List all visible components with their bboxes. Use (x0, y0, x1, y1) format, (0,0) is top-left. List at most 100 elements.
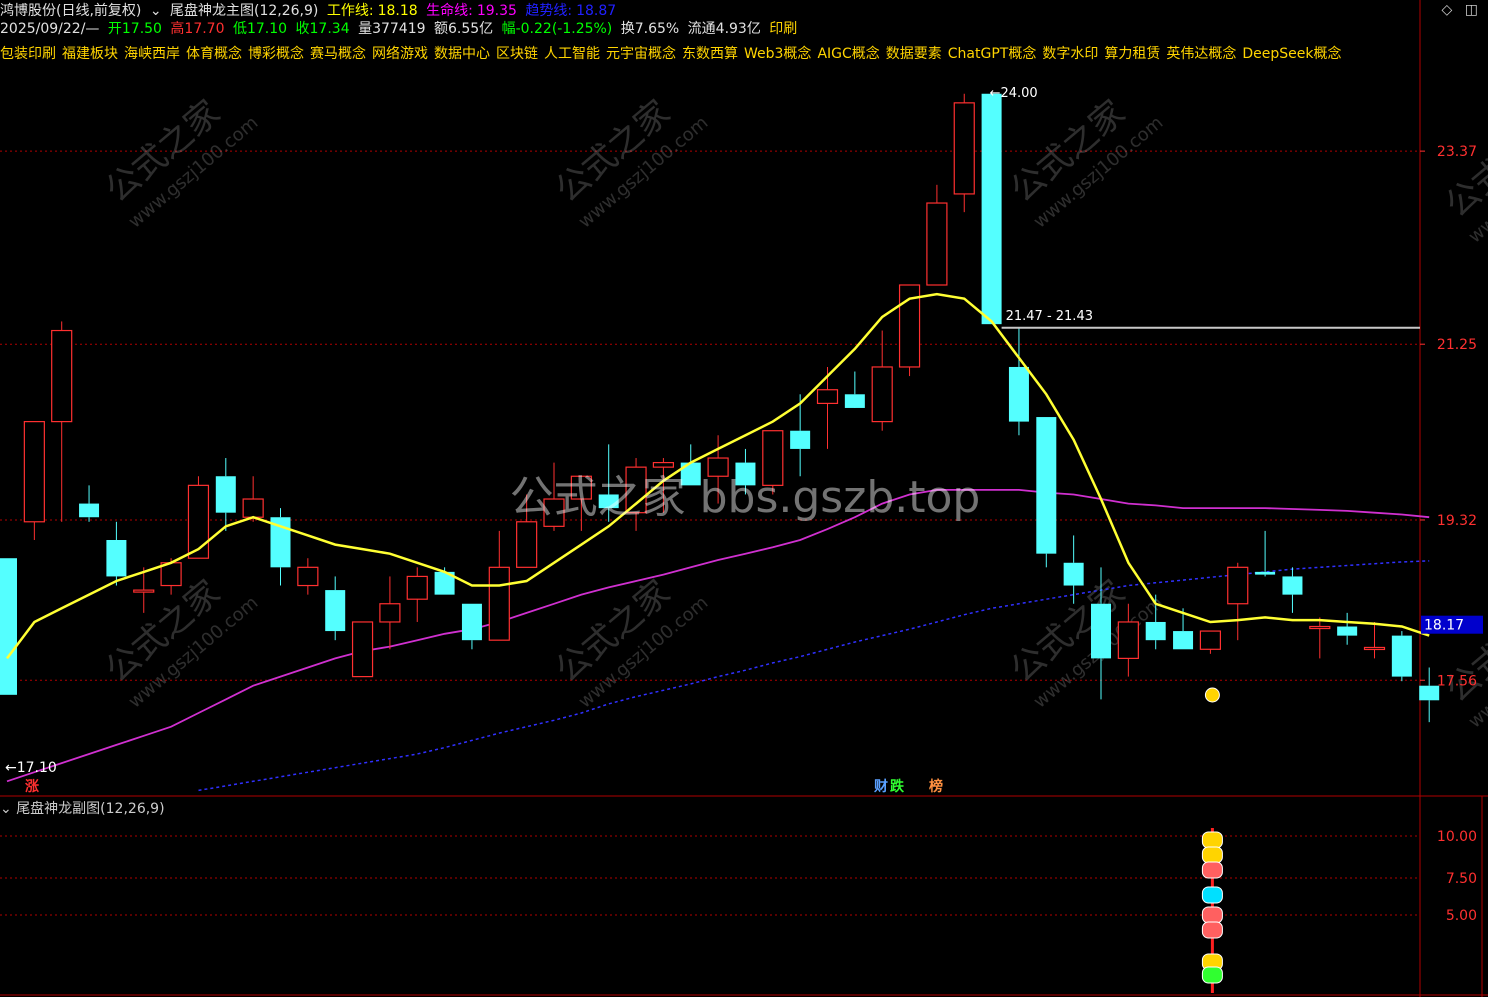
close-value: 17.34 (309, 21, 350, 37)
sub-chart-name: 尾盘神龙副图(12,26,9) (16, 801, 165, 817)
candle-body (1145, 621, 1166, 641)
signal-cai: 财 (873, 778, 888, 795)
candle (926, 184, 948, 286)
life-line-label: 生命线: (426, 3, 473, 19)
open-label: 开 (107, 21, 122, 37)
candle-body (1282, 576, 1303, 595)
concept-tag[interactable]: 算力租赁 (1104, 46, 1160, 62)
candle-body (1255, 571, 1276, 575)
candle (461, 603, 482, 650)
concept-tag[interactable]: 东数西算 (682, 46, 738, 62)
sub-chart-title[interactable]: ⌄ 尾盘神龙副图(12,26,9) (0, 798, 165, 818)
candle-body (1036, 417, 1057, 554)
concept-tag[interactable]: 数据要素 (886, 46, 942, 62)
candle-body (51, 329, 73, 423)
watermark-tile: 公式之家www.gszj100.com (1438, 593, 1488, 733)
candle (187, 476, 210, 559)
concept-tags-row: 包装印刷 福建板块 海峡西岸 体育概念 博彩概念 赛马概念 网络游戏 数据中心 区块链 人工智能元… (0, 45, 1347, 63)
candle-body (652, 461, 675, 468)
high-marker-label: ←24.00 (990, 86, 1038, 101)
candle-body (242, 498, 264, 518)
trend-line-value: 18.87 (576, 3, 617, 19)
industry-label[interactable]: 印刷 (769, 21, 797, 37)
candle-body (1091, 603, 1111, 659)
concept-tag[interactable]: 区块链 (496, 46, 538, 62)
concept-tag[interactable]: 人工智能 (544, 46, 600, 62)
candle-body (187, 484, 210, 559)
float-label: 流通 (687, 21, 716, 37)
candle (270, 508, 291, 586)
concept-tag[interactable]: 赛马概念 (310, 46, 366, 62)
candle-body (516, 521, 538, 568)
watermark-text: 公式之家 (1438, 593, 1488, 711)
concept-tag[interactable]: 英伟达概念 (1166, 46, 1236, 62)
indicator-name[interactable]: 尾盘神龙主图(12,26,9) (170, 3, 318, 19)
candle-body (297, 566, 319, 587)
candle-body (1008, 366, 1029, 422)
window-icons: ◇ ◫ (1434, 2, 1478, 18)
work-line-value: 18.18 (377, 3, 418, 19)
concept-tag[interactable]: 包装印刷 (0, 46, 56, 62)
candle (1227, 562, 1249, 641)
candle (1255, 530, 1276, 577)
diamond-icon[interactable]: ◇ (1442, 2, 1453, 18)
candle-body (1173, 631, 1194, 650)
candle-body (926, 202, 948, 286)
dropdown-icon[interactable]: ⌄ (150, 3, 162, 19)
concept-tag[interactable]: 数字水印 (1042, 46, 1098, 62)
candle (816, 366, 839, 449)
kline-chart[interactable]: 公式之家www.gszj100.com 公式之家www.gszj100.com 公式… (0, 0, 1488, 997)
candle-body (215, 476, 236, 513)
candle-body (1363, 646, 1386, 651)
concept-tag[interactable]: 福建板块 (62, 46, 118, 62)
candle (953, 93, 975, 213)
concept-tag[interactable]: 体育概念 (186, 46, 242, 62)
concept-tag[interactable]: DeepSeek概念 (1242, 46, 1341, 62)
axis-tick-label: 17.56 (1437, 673, 1477, 689)
signal-icon (1201, 831, 1223, 849)
candle-body (351, 621, 374, 678)
concept-tag[interactable]: 海峡西岸 (124, 46, 180, 62)
header-row-indicators: 鸿博股份(日线,前复权) ⌄ 尾盘神龙主图(12,26,9) 工作线: 18.18… (0, 2, 620, 20)
signal-icon (1201, 846, 1223, 864)
watermark-tile: 公式之家www.gszj100.com (1003, 93, 1167, 233)
concept-tag[interactable]: AIGC概念 (817, 46, 879, 62)
watermark-center: 公式之家 bbs.gszb.top (510, 472, 981, 523)
axis-tick-label: 23.37 (1437, 144, 1477, 160)
candle (981, 93, 1002, 325)
amount-value: 6.55亿 (447, 21, 494, 37)
concept-tag[interactable]: ChatGPT概念 (948, 46, 1037, 62)
signal-icon (1201, 921, 1223, 939)
candle (79, 485, 100, 522)
low-marker-label: ←17.10 (5, 760, 57, 776)
candle-body (816, 389, 839, 404)
candle (1282, 567, 1303, 613)
concept-tag[interactable]: 网络游戏 (372, 46, 428, 62)
current-price-label: 18.17 (1424, 618, 1464, 634)
candle (790, 394, 811, 477)
volume-value: 377419 (372, 21, 426, 37)
stock-name[interactable]: 鸿博股份(日线,前复权) (0, 3, 141, 19)
concept-tag[interactable]: 元宇宙概念 (606, 46, 676, 62)
concept-tag[interactable]: Web3概念 (744, 46, 811, 62)
candle-body (871, 366, 893, 423)
trend-line-label: 趋势线: (525, 3, 573, 19)
concept-tag[interactable]: 博彩概念 (248, 46, 304, 62)
candle (51, 321, 73, 522)
concept-tag[interactable]: 数据中心 (434, 46, 490, 62)
turnover-value: 7.65% (634, 21, 680, 37)
turnover-label: 换 (620, 21, 635, 37)
watermark-tile: 公式之家www.gszj100.com (1438, 108, 1488, 248)
watermark-tile: 公式之家www.gszj100.com (98, 93, 262, 233)
volume-label: 量 (358, 21, 373, 37)
candle-body (0, 558, 17, 695)
low-label: 低 (232, 21, 247, 37)
candle-body (106, 540, 127, 577)
change-value: -0.22(-1.25%) (515, 21, 613, 37)
candle-body (1309, 625, 1331, 630)
candle (1063, 535, 1084, 604)
watermark-tile: 公式之家www.gszj100.com (1003, 573, 1167, 713)
panel-toggle-icon[interactable]: ◫ (1465, 2, 1478, 18)
candle-body (981, 93, 1002, 325)
dropdown-icon[interactable]: ⌄ (0, 801, 16, 817)
